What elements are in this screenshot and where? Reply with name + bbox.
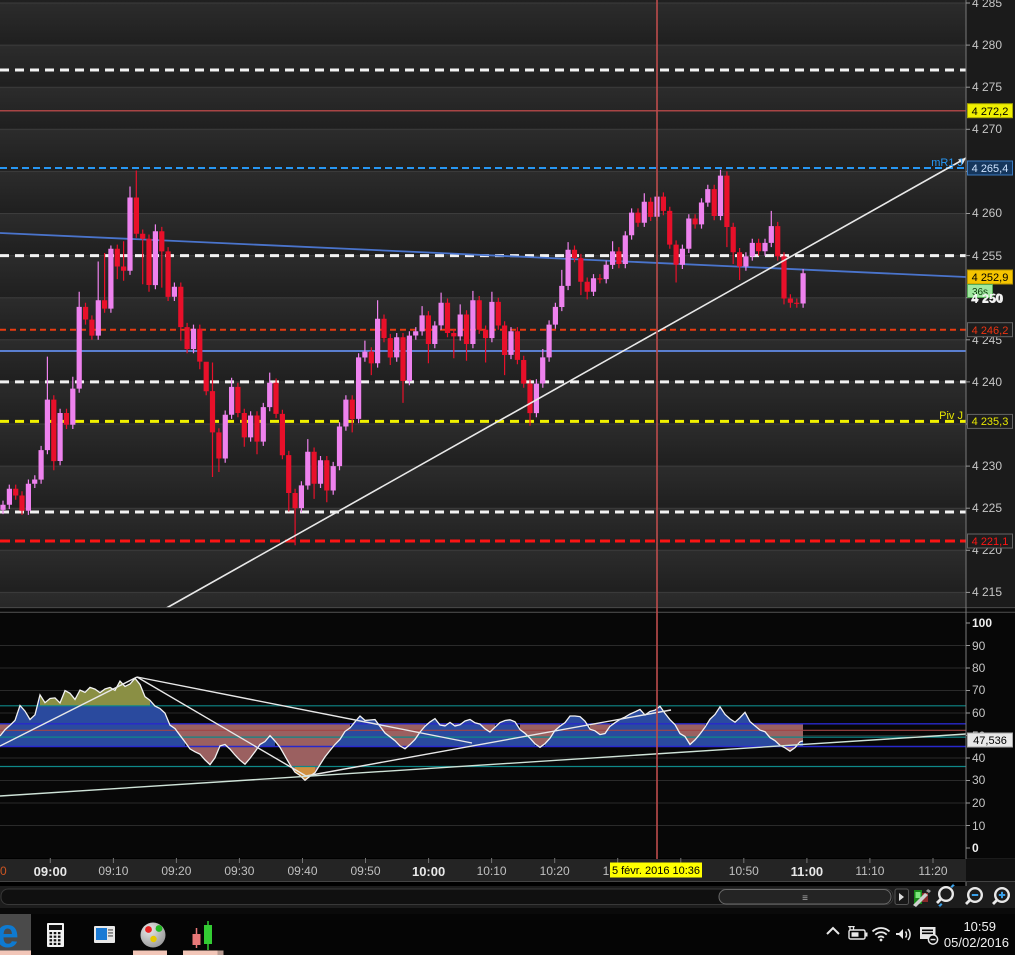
svg-text:4 215: 4 215 (972, 585, 1002, 599)
svg-text:e: e (0, 910, 19, 955)
svg-text:30: 30 (972, 773, 986, 787)
svg-text:10:20: 10:20 (540, 864, 570, 878)
svg-text:4 252,9: 4 252,9 (972, 272, 1009, 284)
svg-text:20: 20 (972, 796, 986, 810)
svg-text:0: 0 (0, 864, 7, 878)
svg-text:4 235,3: 4 235,3 (972, 416, 1009, 428)
svg-text:09:00: 09:00 (34, 864, 67, 879)
svg-text:4 280: 4 280 (972, 38, 1002, 52)
svg-text:mR1 J: mR1 J (931, 157, 963, 169)
svg-text:09:10: 09:10 (98, 864, 128, 878)
svg-text:4 221,1: 4 221,1 (972, 536, 1009, 548)
svg-text:4 270: 4 270 (972, 122, 1002, 136)
svg-text:11:00: 11:00 (791, 864, 824, 879)
svg-text:100: 100 (972, 616, 992, 630)
svg-text:4 225: 4 225 (972, 501, 1002, 515)
svg-text:47,536: 47,536 (973, 735, 1007, 747)
svg-text:10:59: 10:59 (963, 919, 996, 934)
svg-text:11:10: 11:10 (855, 864, 884, 878)
svg-text:09:50: 09:50 (350, 864, 380, 878)
svg-text:10:50: 10:50 (729, 864, 759, 878)
svg-text:4 275: 4 275 (972, 80, 1002, 94)
svg-text:5 févr. 2016 10:36: 5 févr. 2016 10:36 (612, 865, 700, 877)
svg-text:09:40: 09:40 (287, 864, 317, 878)
svg-text:4 272,2: 4 272,2 (972, 106, 1009, 118)
svg-text:40: 40 (972, 751, 986, 765)
svg-text:05/02/2016: 05/02/2016 (944, 935, 1009, 950)
svg-text:4 240: 4 240 (972, 375, 1002, 389)
svg-text:10:10: 10:10 (477, 864, 507, 878)
svg-text:4 285: 4 285 (972, 0, 1002, 10)
svg-text:4 246,2: 4 246,2 (972, 325, 1009, 337)
svg-text:09:20: 09:20 (161, 864, 191, 878)
svg-text:4 265,4: 4 265,4 (972, 163, 1009, 175)
svg-text:4 250: 4 250 (971, 291, 1004, 306)
svg-text:60: 60 (972, 706, 986, 720)
svg-text:09:30: 09:30 (224, 864, 254, 878)
svg-text:4 255: 4 255 (972, 249, 1002, 263)
svg-text:0: 0 (972, 841, 979, 855)
svg-text:≡: ≡ (802, 893, 808, 904)
svg-text:10:00: 10:00 (412, 864, 445, 879)
svg-text:4 230: 4 230 (972, 459, 1002, 473)
svg-text:80: 80 (972, 661, 986, 675)
svg-text:11:20: 11:20 (918, 864, 947, 878)
svg-text:70: 70 (972, 683, 986, 697)
svg-text:Piv J: Piv J (939, 410, 963, 422)
svg-text:4 260: 4 260 (972, 206, 1002, 220)
svg-text:10: 10 (972, 819, 986, 833)
svg-text:90: 90 (972, 639, 986, 653)
